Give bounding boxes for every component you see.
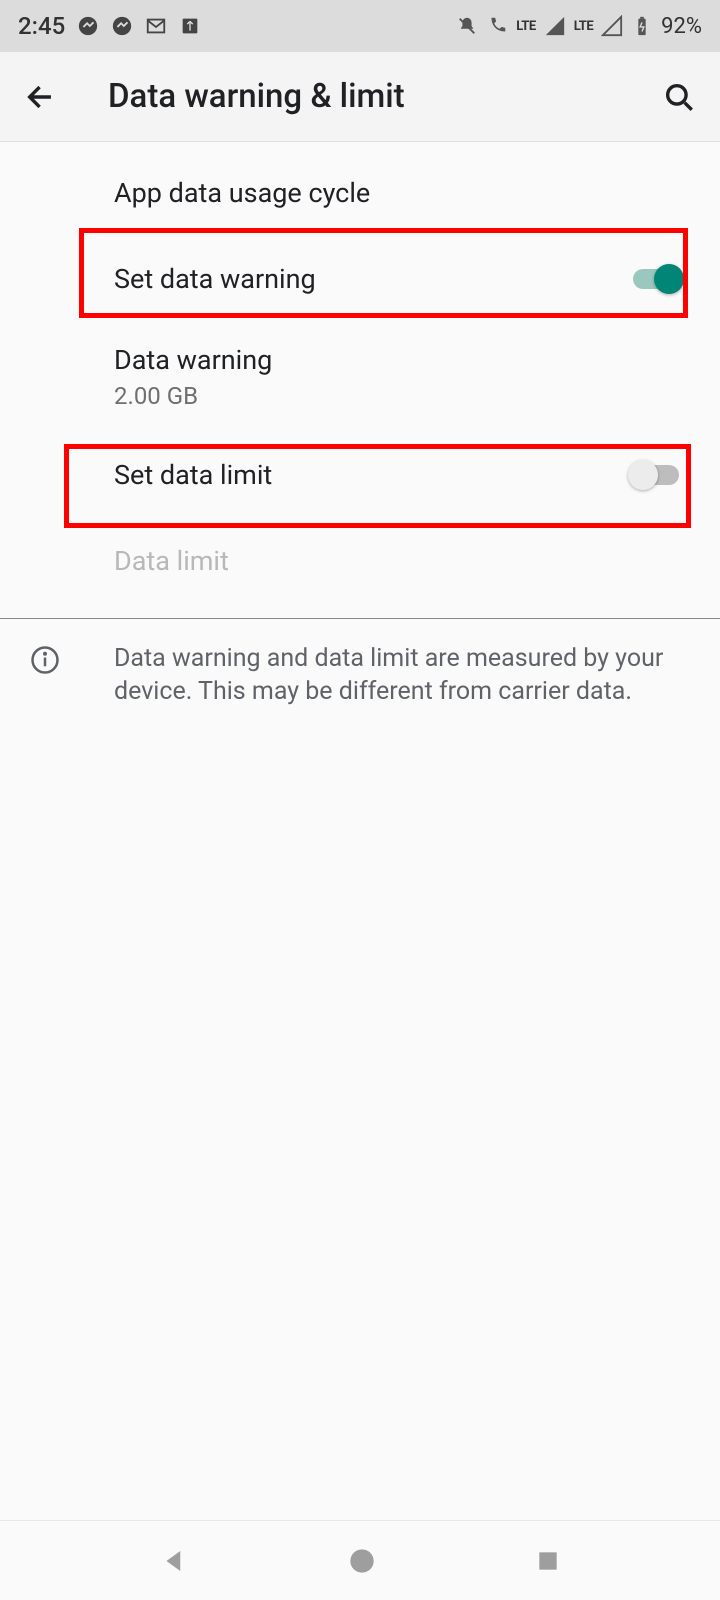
row-title: App data usage cycle (114, 177, 690, 209)
row-title: Data limit (114, 545, 690, 577)
settings-list: App data usage cycle Set data warning Da… (0, 142, 720, 732)
gmail-icon (145, 15, 167, 37)
nav-recent-icon[interactable] (535, 1548, 561, 1574)
info-row: Data warning and data limit are measured… (0, 619, 720, 732)
toggle-set-data-warning[interactable] (628, 263, 684, 295)
row-title: Set data warning (114, 263, 628, 295)
row-set-data-warning[interactable]: Set data warning (0, 236, 720, 322)
messenger-icon (111, 15, 133, 37)
battery-charging-icon (631, 15, 653, 37)
app-header: Data warning & limit (0, 52, 720, 142)
back-arrow-icon[interactable] (24, 80, 58, 114)
search-icon[interactable] (662, 80, 696, 114)
info-text: Data warning and data limit are measured… (114, 643, 690, 708)
wifi-calling-icon (486, 15, 508, 37)
status-right: LTE LTE 92% (456, 14, 702, 39)
battery-percent: 92% (661, 14, 702, 39)
row-subtitle: 2.00 GB (114, 382, 690, 410)
row-title: Data warning (114, 344, 690, 376)
nav-back-icon[interactable] (159, 1546, 189, 1576)
lte-label-2: LTE (574, 19, 593, 34)
row-data-warning[interactable]: Data warning 2.00 GB (0, 322, 720, 432)
lte-label: LTE (516, 19, 535, 34)
nav-home-icon[interactable] (348, 1547, 376, 1575)
usb-icon (179, 15, 201, 37)
status-left: 2:45 (18, 12, 201, 40)
navigation-bar (0, 1520, 720, 1600)
messenger-icon (77, 15, 99, 37)
status-bar: 2:45 LTE LTE 92% (0, 0, 720, 52)
signal-empty-icon (601, 15, 623, 37)
signal-icon (544, 15, 566, 37)
toggle-set-data-limit[interactable] (628, 459, 684, 491)
status-time: 2:45 (18, 12, 65, 40)
row-app-data-usage-cycle[interactable]: App data usage cycle (0, 150, 720, 236)
info-icon (30, 645, 60, 675)
bell-off-icon (456, 15, 478, 37)
row-set-data-limit[interactable]: Set data limit (0, 432, 720, 518)
page-title: Data warning & limit (108, 77, 662, 116)
row-title: Set data limit (114, 459, 628, 491)
row-data-limit: Data limit (0, 518, 720, 604)
